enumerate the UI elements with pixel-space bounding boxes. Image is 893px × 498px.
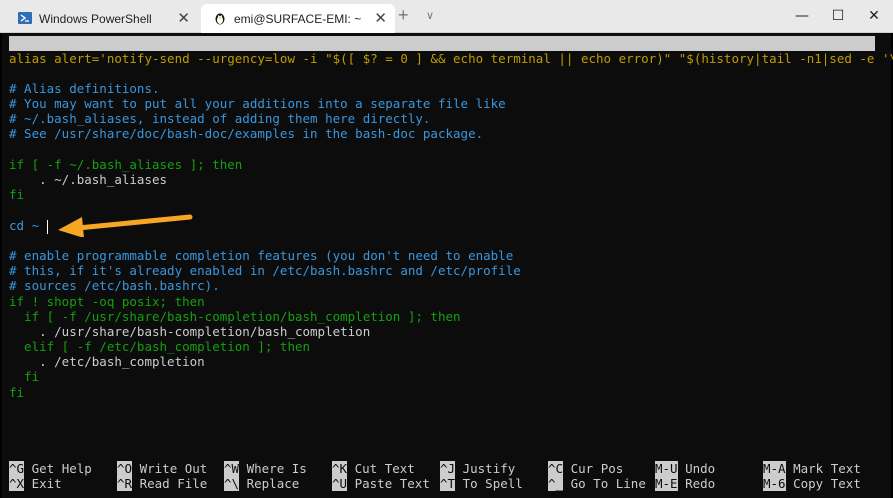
file-name: .bashrc: [434, 66, 487, 81]
shortcut-redo[interactable]: M-E Redo: [655, 476, 715, 491]
cd-command: cd ~: [9, 218, 40, 233]
new-tab-button[interactable]: +: [398, 5, 409, 26]
code-line: alias alert='notify-send --urgency=low -…: [9, 51, 893, 66]
shortcut-get-help[interactable]: ^G Get Help: [9, 461, 92, 476]
code-line: # enable programmable completion feature…: [9, 248, 514, 263]
code-line: elif [ -f /etc/bash_completion ]; then: [9, 339, 311, 354]
shortcut-copy-text[interactable]: M-6 Copy Text: [763, 476, 861, 491]
close-window-button[interactable]: ✕: [864, 6, 884, 26]
shortcut-go-to-line[interactable]: ^_ Go To Line: [548, 476, 646, 491]
code-line: # ~/.bash_aliases, instead of adding the…: [9, 111, 431, 126]
code-line: # You may want to put all your additions…: [9, 96, 506, 111]
code-line: if [ -f ~/.bash_aliases ]; then: [9, 157, 243, 172]
shortcut-justify[interactable]: ^J Justify: [440, 461, 515, 476]
chevron-down-icon[interactable]: ∨: [426, 9, 434, 22]
code-line: . /etc/bash_completion: [9, 354, 205, 369]
code-line: # Alias definitions.: [9, 81, 160, 96]
code-line: . /usr/share/bash-completion/bash_comple…: [9, 324, 371, 339]
code-line: fi: [9, 369, 40, 384]
alias-line: alias alert='notify-send --urgency=low -…: [9, 51, 893, 66]
shortcut-exit[interactable]: ^X Exit: [9, 476, 62, 491]
tab-label: Windows PowerShell: [39, 12, 152, 26]
minimize-button[interactable]: —: [792, 6, 812, 26]
shortcut-undo[interactable]: M-U Undo: [655, 461, 715, 476]
code-line: fi: [9, 187, 25, 202]
linux-penguin-icon: [215, 13, 225, 25]
shortcut-paste-text[interactable]: ^U Paste Text: [332, 476, 430, 491]
shortcut-cur-pos[interactable]: ^C Cur Pos: [548, 461, 623, 476]
tab-ubuntu[interactable]: emi@SURFACE-EMI: ~ ✕: [201, 4, 395, 33]
code-line: # this, if it's already enabled in /etc/…: [9, 263, 521, 278]
close-icon[interactable]: ✕: [177, 9, 190, 27]
tab-windows-powershell[interactable]: Windows PowerShell ✕: [6, 4, 198, 33]
code-line: # See /usr/share/doc/bash-doc/examples i…: [9, 126, 484, 141]
code-line-cd: cd ~: [9, 218, 48, 234]
shortcut-where-is[interactable]: ^W Where Is: [224, 461, 307, 476]
shortcut-cut-text[interactable]: ^K Cut Text: [332, 461, 415, 476]
shortcut-to-spell[interactable]: ^T To Spell: [440, 476, 523, 491]
code-line: if ! shopt -oq posix; then: [9, 294, 205, 309]
terminal-pane[interactable]: GNU nano 4.8 .bashrc Modified alias aler…: [2, 33, 893, 498]
code-line: if [ -f /usr/share/bash-completion/bash_…: [9, 309, 461, 324]
shortcut-write-out[interactable]: ^O Write Out: [117, 461, 207, 476]
arrow-left-icon: [58, 214, 193, 237]
title-bar: Windows PowerShell ✕ emi@SURFACE-EMI: ~ …: [0, 0, 893, 33]
text-cursor: [46, 219, 48, 234]
code-line: fi: [9, 385, 25, 400]
shortcut-read-file[interactable]: ^R Read File: [117, 476, 207, 491]
maximize-button[interactable]: ☐: [828, 6, 848, 26]
modified-status: Modified: [808, 81, 869, 96]
nano-title-bar: GNU nano 4.8 .bashrc Modified: [9, 36, 875, 96]
shortcut-replace[interactable]: ^\ Replace: [224, 476, 299, 491]
code-line: . ~/.bash_aliases: [9, 172, 168, 187]
shortcut-mark-text[interactable]: M-A Mark Text: [763, 461, 861, 476]
powershell-icon: [18, 12, 32, 24]
tab-label: emi@SURFACE-EMI: ~: [234, 12, 362, 26]
close-icon[interactable]: ✕: [374, 9, 387, 27]
code-line: # sources /etc/bash.bashrc).: [9, 278, 220, 293]
